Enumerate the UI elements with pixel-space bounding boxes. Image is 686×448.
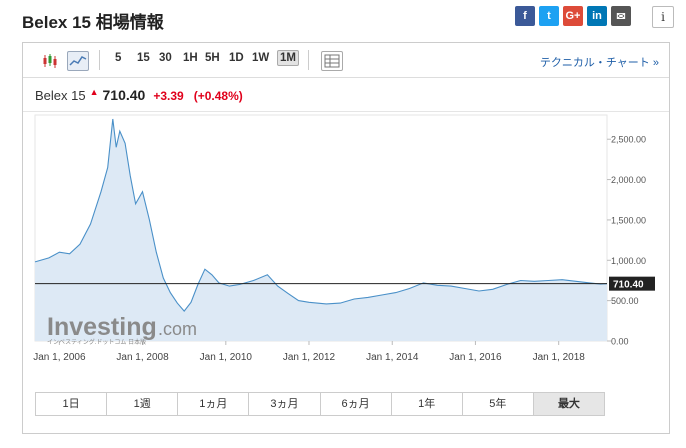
range-7[interactable]: 最大 — [533, 393, 604, 415]
twitter-icon[interactable]: t — [539, 6, 559, 26]
y-tick-label: 2,000.00 — [611, 175, 646, 185]
x-tick-label: Jan 1, 2018 — [533, 352, 586, 363]
x-tick-label: Jan 1, 2008 — [116, 352, 169, 363]
y-tick-label: 2,500.00 — [611, 135, 646, 145]
y-tick-label: 1,500.00 — [611, 215, 646, 225]
info-icon[interactable]: i — [652, 6, 674, 28]
chart-widget: 5 15 30 1H 5H 1D 1W 1M テクニカル・チャート » Belex 15 ▲ … — [22, 42, 670, 434]
range-3[interactable]: 3ヵ月 — [249, 393, 321, 415]
range-4[interactable]: 6ヵ月 — [321, 393, 392, 415]
share-bar: f t G+ in ✉ — [515, 6, 631, 26]
price-chart[interactable]: 710.40 2,500.00 2,000.00 1,500.00 1,000.00 50… — [23, 43, 669, 388]
linkedin-icon[interactable]: in — [587, 6, 607, 26]
investing-logo: Investing — [47, 313, 157, 341]
range-2[interactable]: 1ヵ月 — [178, 393, 250, 415]
y-tick-label: 0.00 — [611, 337, 629, 347]
x-tick-label: Jan 1, 2012 — [283, 352, 336, 363]
google-plus-icon[interactable]: G+ — [563, 6, 583, 26]
x-tick-label: Jan 1, 2014 — [366, 352, 419, 363]
range-5[interactable]: 1年 — [392, 393, 463, 415]
investing-tagline: インベスティング.ドットコム 日本版 — [47, 338, 146, 346]
range-selector: 1日 1週 1ヵ月 3ヵ月 6ヵ月 1年 5年 最大 — [35, 392, 605, 416]
last-value-label: 710.40 — [613, 280, 644, 291]
facebook-icon[interactable]: f — [515, 6, 535, 26]
x-tick-label: Jan 1, 2006 — [33, 352, 86, 363]
investing-logo-suffix: .com — [158, 319, 197, 339]
range-0[interactable]: 1日 — [36, 393, 108, 415]
y-tick-label: 1,000.00 — [611, 256, 646, 266]
range-6[interactable]: 5年 — [463, 393, 534, 415]
y-tick-label: 500.00 — [611, 296, 639, 306]
page-title: Belex 15 相場情報 — [22, 13, 164, 32]
range-1[interactable]: 1週 — [107, 393, 179, 415]
email-icon[interactable]: ✉ — [611, 6, 631, 26]
x-tick-label: Jan 1, 2016 — [449, 352, 502, 363]
x-tick-label: Jan 1, 2010 — [200, 352, 253, 363]
